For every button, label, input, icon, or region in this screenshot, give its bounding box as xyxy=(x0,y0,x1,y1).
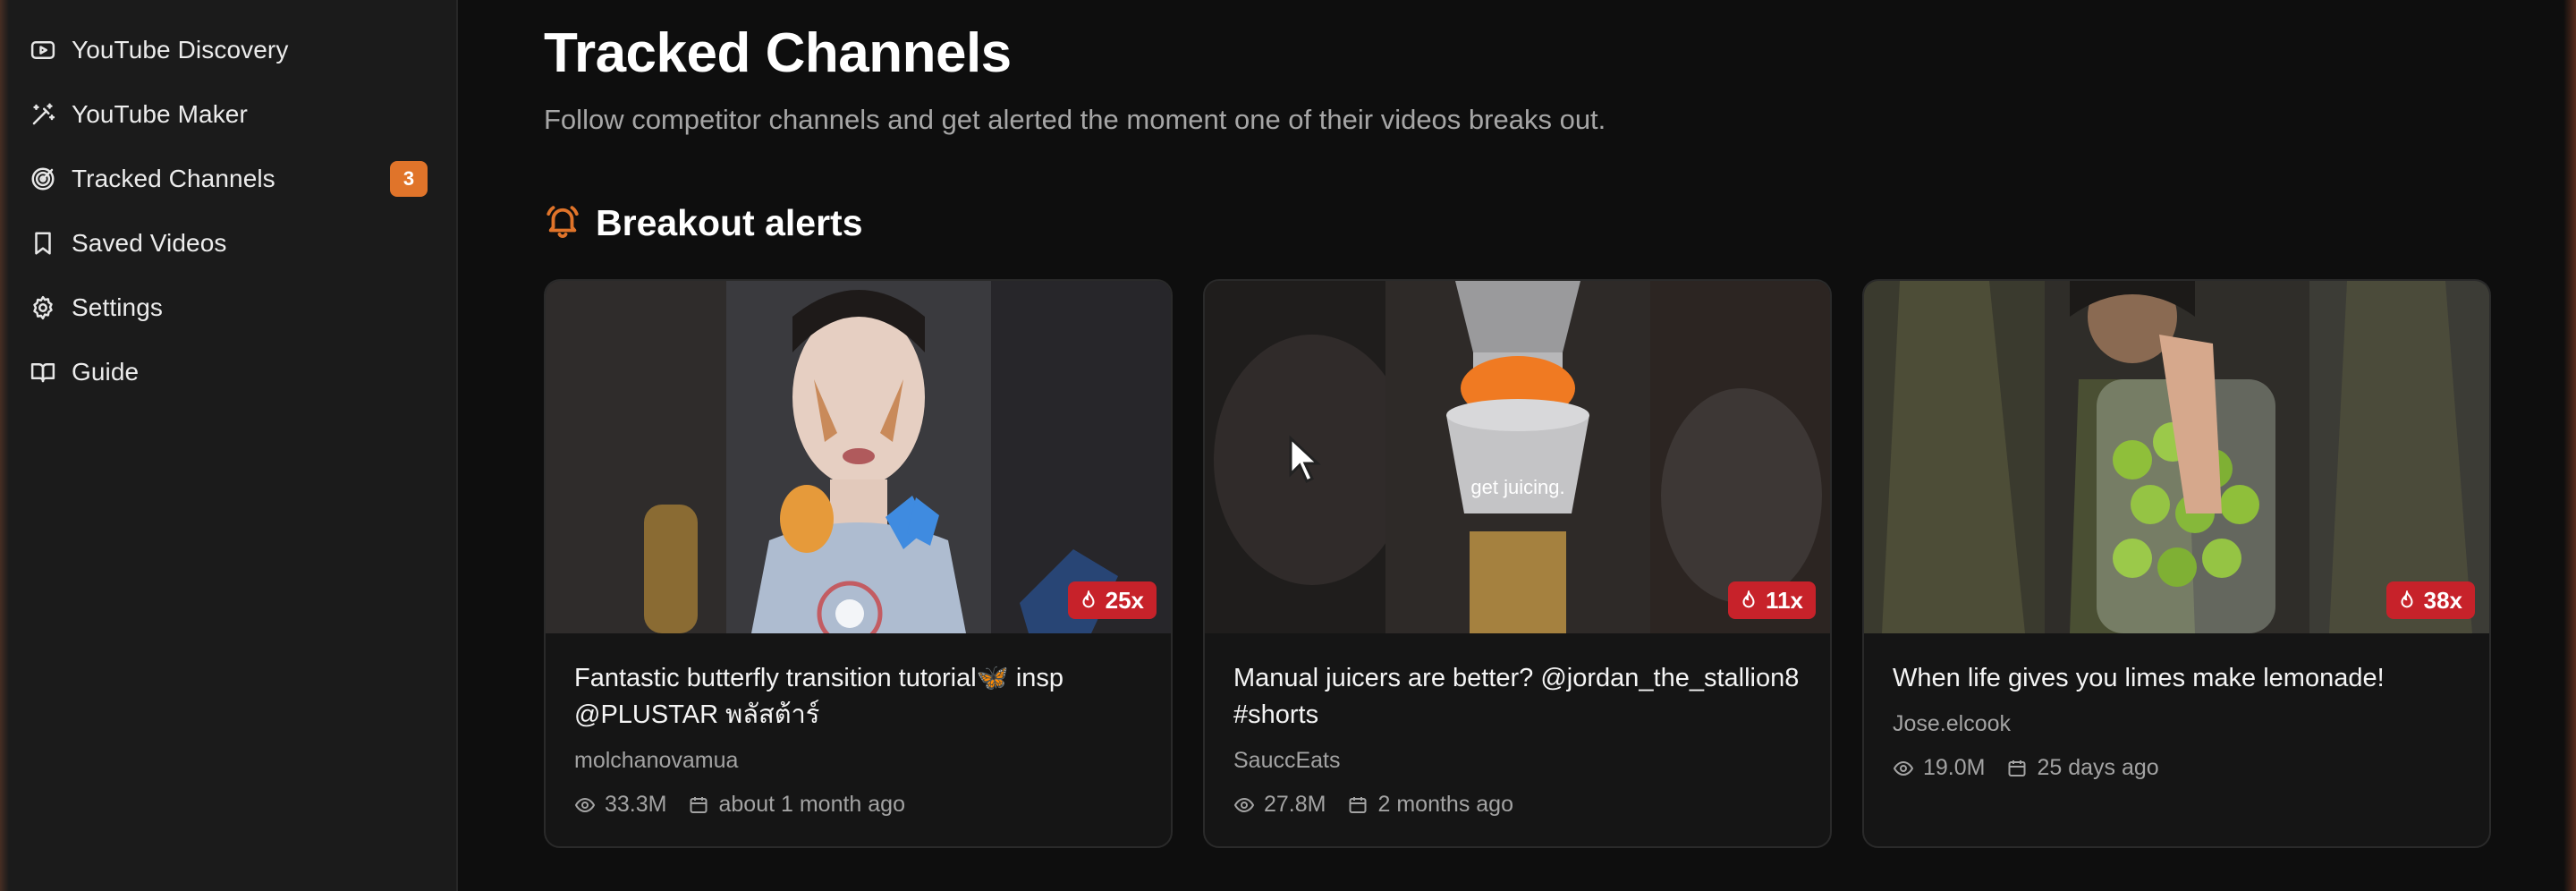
card-body: When life gives you limes make lemonade!… xyxy=(1864,633,2489,781)
views-count: 33.3M xyxy=(605,792,667,817)
bell-icon xyxy=(544,202,581,244)
channel-name[interactable]: molchanovamua xyxy=(574,748,1142,774)
breakout-cards: 25x Fantastic butterfly transition tutor… xyxy=(544,279,2491,848)
section-title: Breakout alerts xyxy=(596,202,863,243)
views-stat: 19.0M xyxy=(1893,755,1985,781)
views-count: 19.0M xyxy=(1923,755,1986,780)
sidebar-item-saved-videos[interactable]: Saved Videos xyxy=(0,211,458,276)
video-thumbnail[interactable]: get juicing. 11x xyxy=(1205,281,1830,633)
views-stat: 27.8M xyxy=(1233,792,1326,818)
multiplier-value: 25x xyxy=(1105,586,1144,614)
calendar-icon xyxy=(1349,796,1367,813)
sidebar: YouTube Discovery YouTube Maker Tracked … xyxy=(0,0,458,891)
eye-icon xyxy=(574,797,596,812)
sidebar-item-tracked-channels[interactable]: Tracked Channels 3 xyxy=(0,147,458,211)
published-date: 2 months ago xyxy=(1377,792,1513,817)
date-stat: 25 days ago xyxy=(2006,755,2159,781)
target-icon xyxy=(29,165,57,193)
video-card[interactable]: get juicing. 11x Manual juicers are bett… xyxy=(1203,279,1832,848)
gear-icon xyxy=(29,293,57,322)
views-stat: 33.3M xyxy=(574,792,666,818)
sidebar-item-youtube-maker[interactable]: YouTube Maker xyxy=(0,82,458,147)
channel-name[interactable]: Jose.elcook xyxy=(1893,711,2461,737)
card-body: Manual juicers are better? @jordan_the_s… xyxy=(1205,633,1830,818)
breakout-multiplier-badge: 25x xyxy=(1067,581,1157,619)
date-stat: about 1 month ago xyxy=(688,792,905,818)
sidebar-item-label: Settings xyxy=(72,293,163,321)
sidebar-item-label: YouTube Maker xyxy=(72,100,248,128)
youtube-icon xyxy=(29,36,57,64)
date-stat: 2 months ago xyxy=(1347,792,1513,818)
breakout-multiplier-badge: 38x xyxy=(2385,581,2475,619)
sidebar-item-settings[interactable]: Settings xyxy=(0,276,458,340)
video-title[interactable]: Fantastic butterfly transition tutorial🦋… xyxy=(574,660,1142,734)
book-icon xyxy=(29,358,57,386)
breakout-multiplier-badge: 11x xyxy=(1728,581,1816,619)
app-window: YouTube Discovery YouTube Maker Tracked … xyxy=(0,0,2576,891)
eye-icon xyxy=(1893,760,1914,776)
sidebar-item-guide[interactable]: Guide xyxy=(0,340,458,404)
video-thumbnail[interactable]: 25x xyxy=(546,281,1171,633)
sidebar-item-label: Tracked Channels xyxy=(72,165,275,192)
main-content: Tracked Channels Follow competitor chann… xyxy=(460,0,2576,891)
calendar-icon xyxy=(2008,759,2026,776)
thumbnail-image xyxy=(546,281,1171,633)
published-date: about 1 month ago xyxy=(718,792,905,817)
mouse-cursor-icon xyxy=(1289,435,1321,484)
tracked-count-badge: 3 xyxy=(390,161,428,197)
thumbnail-image xyxy=(1864,281,2489,633)
video-title[interactable]: When life gives you limes make lemonade! xyxy=(1893,660,2461,697)
thumbnail-caption: get juicing. xyxy=(1470,476,1564,498)
card-body: Fantastic butterfly transition tutorial🦋… xyxy=(546,633,1171,818)
channel-name[interactable]: SauccEats xyxy=(1233,748,1801,774)
sidebar-nav: YouTube Discovery YouTube Maker Tracked … xyxy=(0,18,458,404)
multiplier-value: 38x xyxy=(2423,586,2462,614)
flame-icon xyxy=(1082,590,1095,608)
sidebar-item-label: YouTube Discovery xyxy=(72,36,289,64)
video-card[interactable]: 38x When life gives you limes make lemon… xyxy=(1862,279,2491,848)
video-thumbnail[interactable]: 38x xyxy=(1864,281,2489,633)
page-title: Tracked Channels xyxy=(544,22,1012,84)
sidebar-item-youtube-discovery[interactable]: YouTube Discovery xyxy=(0,18,458,82)
calendar-icon xyxy=(690,796,708,813)
video-title[interactable]: Manual juicers are better? @jordan_the_s… xyxy=(1233,660,1801,734)
video-meta: 27.8M 2 months ago xyxy=(1233,792,1801,818)
flame-icon xyxy=(1742,590,1755,608)
video-meta: 33.3M about 1 month ago xyxy=(574,792,1142,818)
published-date: 25 days ago xyxy=(2037,755,2159,780)
sidebar-item-label: Guide xyxy=(72,358,140,386)
multiplier-value: 11x xyxy=(1766,586,1803,614)
magic-wand-icon xyxy=(29,100,57,129)
page-subtitle: Follow competitor channels and get alert… xyxy=(544,104,1606,135)
views-count: 27.8M xyxy=(1264,792,1326,817)
breakout-alerts-header: Breakout alerts xyxy=(544,202,863,244)
video-meta: 19.0M 25 days ago xyxy=(1893,755,2461,781)
sidebar-item-label: Saved Videos xyxy=(72,229,227,257)
eye-icon xyxy=(1233,797,1255,812)
flame-icon xyxy=(2401,590,2413,608)
bookmark-icon xyxy=(29,229,57,258)
video-card[interactable]: 25x Fantastic butterfly transition tutor… xyxy=(544,279,1173,848)
